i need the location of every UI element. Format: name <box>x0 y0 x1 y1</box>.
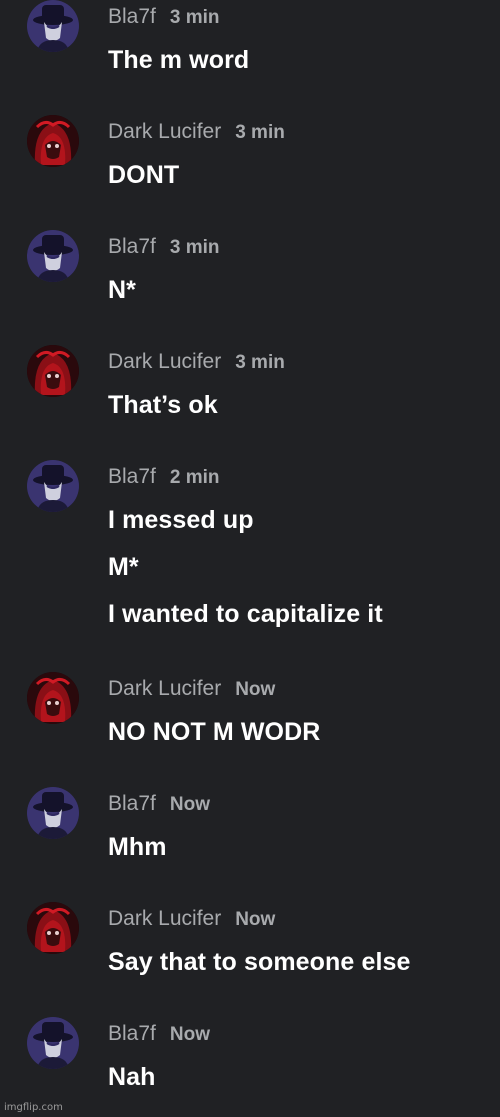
message-header: Bla7f 3 min <box>108 4 220 30</box>
message-header: Dark Lucifer 3 min <box>108 119 285 145</box>
author-name[interactable]: Dark Lucifer <box>108 350 221 373</box>
author-name[interactable]: Bla7f <box>108 792 156 815</box>
message-text: M* <box>108 553 139 581</box>
red-anime-avatar[interactable] <box>27 345 79 397</box>
hat-figure-avatar[interactable] <box>27 1017 79 1069</box>
timestamp: Now <box>235 909 276 930</box>
message-text: I wanted to capitalize it <box>108 600 383 628</box>
timestamp: Now <box>169 1024 210 1045</box>
author-name[interactable]: Dark Lucifer <box>108 907 221 930</box>
author-name[interactable]: Bla7f <box>108 235 156 258</box>
hat-figure-avatar[interactable] <box>27 460 79 512</box>
author-name[interactable]: Bla7f <box>108 465 156 488</box>
message-text: DONT <box>108 161 180 189</box>
message-header: Bla7f Now <box>108 791 210 817</box>
message-text: The m word <box>108 46 250 74</box>
message-header: Bla7f 2 min <box>108 464 220 490</box>
message-text: NO NOT M WODR <box>108 718 321 746</box>
message-text: That’s ok <box>108 391 218 419</box>
chat-message-list: Bla7f 3 min The m word Dark Lucifer 3 min … <box>0 0 500 1117</box>
message-text: I messed up <box>108 506 254 534</box>
message-header: Dark Lucifer 3 min <box>108 349 285 375</box>
imgflip-watermark: imgflip.com <box>4 1102 63 1113</box>
message-header: Bla7f Now <box>108 1021 210 1047</box>
message-text: N* <box>108 276 136 304</box>
author-name[interactable]: Dark Lucifer <box>108 677 221 700</box>
hat-figure-avatar[interactable] <box>27 0 79 52</box>
timestamp: 3 min <box>235 352 285 373</box>
message-text: Say that to someone else <box>108 948 411 976</box>
timestamp: 2 min <box>169 467 220 488</box>
red-anime-avatar[interactable] <box>27 672 79 724</box>
timestamp: Now <box>169 794 210 815</box>
timestamp: 3 min <box>169 7 220 28</box>
red-anime-avatar[interactable] <box>27 902 79 954</box>
hat-figure-avatar[interactable] <box>27 787 79 839</box>
message-text: Nah <box>108 1063 156 1091</box>
timestamp: Now <box>235 679 276 700</box>
author-name[interactable]: Bla7f <box>108 5 156 28</box>
message-header: Dark Lucifer Now <box>108 676 275 702</box>
author-name[interactable]: Bla7f <box>108 1022 156 1045</box>
hat-figure-avatar[interactable] <box>27 230 79 282</box>
message-text: Mhm <box>108 833 167 861</box>
red-anime-avatar[interactable] <box>27 115 79 167</box>
message-header: Dark Lucifer Now <box>108 906 275 932</box>
timestamp: 3 min <box>235 122 285 143</box>
message-header: Bla7f 3 min <box>108 234 220 260</box>
author-name[interactable]: Dark Lucifer <box>108 120 221 143</box>
timestamp: 3 min <box>169 237 220 258</box>
